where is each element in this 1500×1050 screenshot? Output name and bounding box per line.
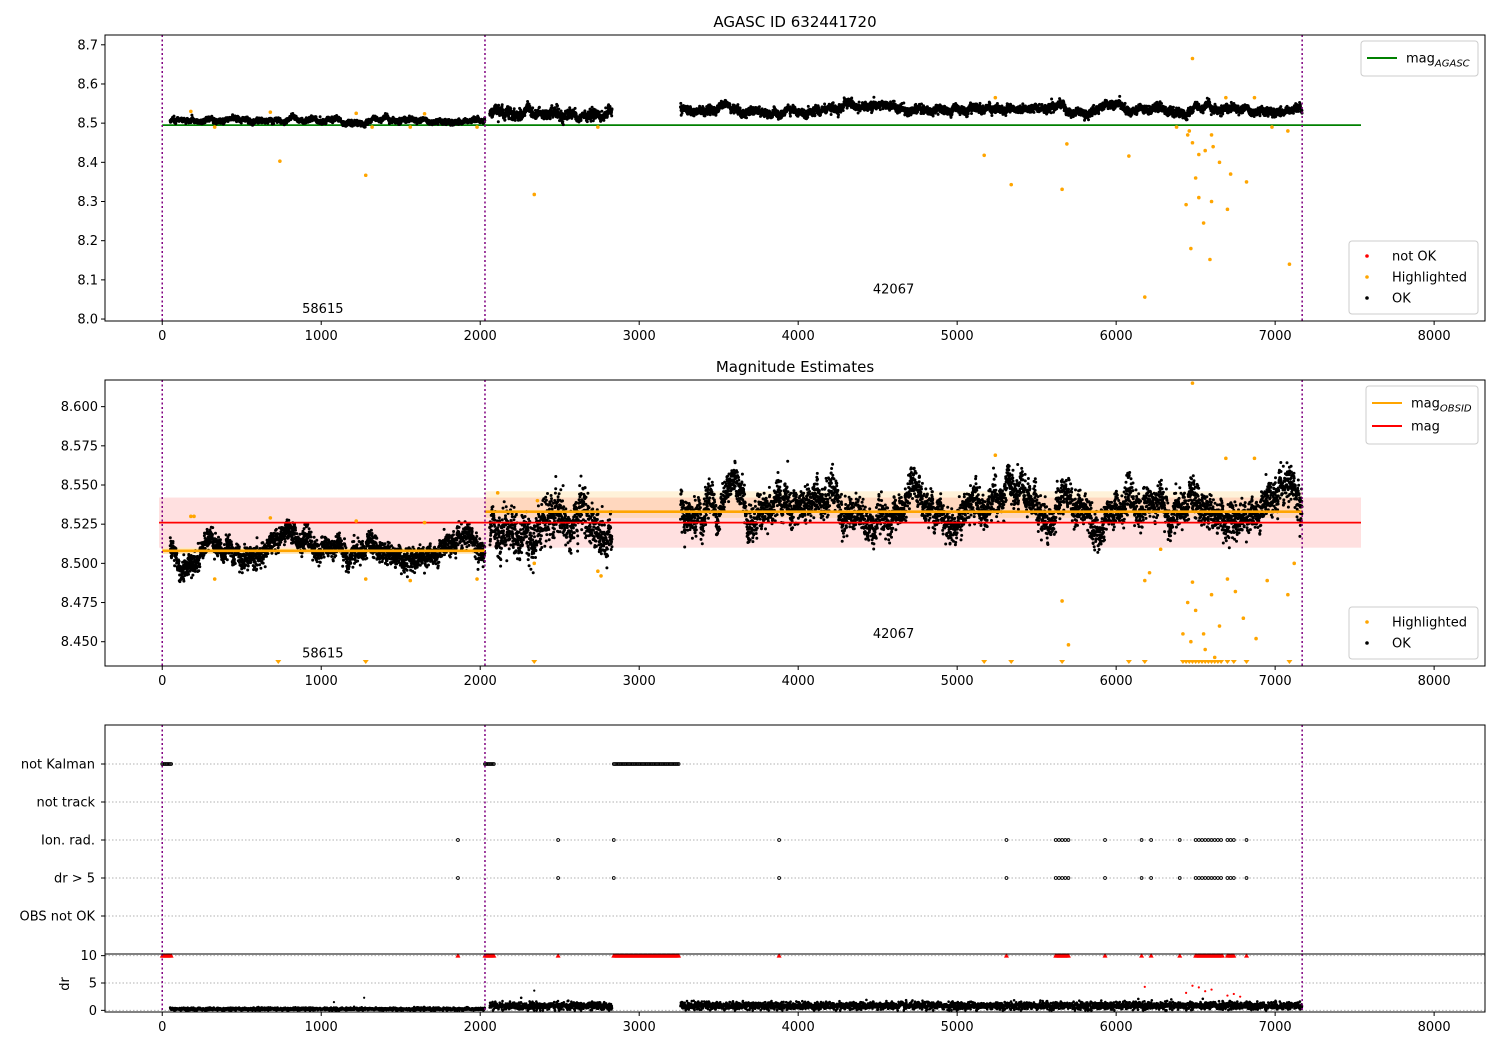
ok-point [503,118,507,122]
ok-point [610,107,614,111]
ok-point [608,105,612,108]
ok-point [738,106,742,110]
ok-point [610,114,614,118]
ok-point [585,120,589,124]
ok-point [513,118,517,122]
ok-point [679,101,683,105]
ok-point [829,113,833,116]
ok-point [500,103,504,107]
ok-point [872,95,876,99]
ok-point [318,115,322,119]
ok-point [550,104,554,108]
ok-point [892,99,896,103]
ok-point [556,104,559,108]
ok-point [936,112,940,116]
ok-point [548,117,552,121]
panel1-title: AGASC ID 632441720 [713,13,876,31]
ok-point [272,122,276,126]
ok-point [605,115,609,119]
ok-point [813,113,817,117]
ok-point [600,109,604,113]
ok-point [823,102,827,106]
figure: AGASC ID 632441720 5861542067 0 1000 2000 3… [0,0,1500,1050]
ok-point [831,101,835,105]
ok-point [557,107,561,111]
ok-point [496,120,500,124]
ok-point [501,108,505,112]
ok-point [708,113,712,117]
ok-point [497,103,501,107]
ok-point [806,104,810,108]
ok-point [172,114,176,118]
ok-point [602,118,606,122]
ok-point [573,106,577,110]
ok-point [931,114,935,118]
ok-point [561,120,565,124]
ok-point [902,101,906,105]
ok-point [850,96,854,100]
ok-point [878,108,882,112]
ok-point [841,109,845,112]
ok-point [531,106,535,110]
ok-point [837,113,840,117]
ok-point [788,114,792,118]
ok-point [561,123,565,127]
ok-point [736,103,740,107]
ok-point [757,105,761,109]
ok-point [512,107,516,111]
ok-point [745,116,748,120]
ok-point [239,121,243,125]
ok-point [814,103,818,107]
ok-point [579,119,583,122]
ok-point [857,100,861,104]
ok-point [523,114,527,117]
ok-point [537,105,541,109]
